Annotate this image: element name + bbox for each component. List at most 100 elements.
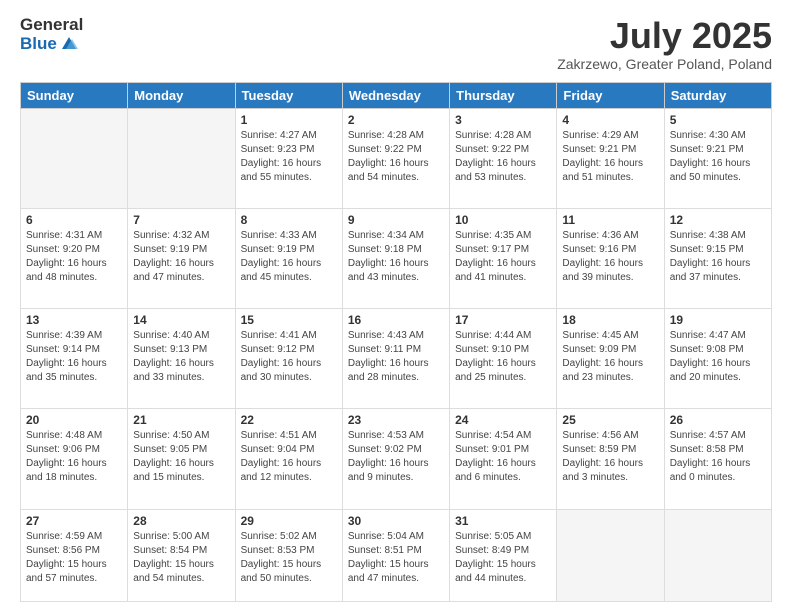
table-row xyxy=(557,509,664,601)
day-number: 26 xyxy=(670,413,766,427)
day-number: 25 xyxy=(562,413,658,427)
day-number: 30 xyxy=(348,514,444,528)
day-info: Sunrise: 4:28 AM Sunset: 9:22 PM Dayligh… xyxy=(455,129,551,185)
day-info: Sunrise: 4:35 AM Sunset: 9:17 PM Dayligh… xyxy=(455,229,551,285)
table-row: 12Sunrise: 4:38 AM Sunset: 9:15 PM Dayli… xyxy=(664,208,771,308)
table-row: 31 Sunrise: 5:05 AM Sunset: 8:49 PM Dayli… xyxy=(450,509,557,601)
day-info: Sunrise: 4:51 AM Sunset: 9:04 PM Dayligh… xyxy=(241,429,337,485)
day-number: 28 xyxy=(133,514,229,528)
col-wednesday: Wednesday xyxy=(342,82,449,108)
logo-blue: Blue xyxy=(20,35,57,54)
logo: General Blue xyxy=(20,16,83,53)
col-sunday: Sunday xyxy=(21,82,128,108)
table-row xyxy=(128,108,235,208)
day-info: Sunrise: 4:45 AM Sunset: 9:09 PM Dayligh… xyxy=(562,329,658,385)
day-number: 11 xyxy=(562,213,658,227)
table-row: 24Sunrise: 4:54 AM Sunset: 9:01 PM Dayli… xyxy=(450,409,557,509)
day-info: Sunrise: 4:32 AM Sunset: 9:19 PM Dayligh… xyxy=(133,229,229,285)
col-tuesday: Tuesday xyxy=(235,82,342,108)
day-number: 27 xyxy=(26,514,122,528)
day-number: 20 xyxy=(26,413,122,427)
day-info: Sunrise: 4:48 AM Sunset: 9:06 PM Dayligh… xyxy=(26,429,122,485)
table-row: 15Sunrise: 4:41 AM Sunset: 9:12 PM Dayli… xyxy=(235,309,342,409)
day-info: Sunrise: 4:38 AM Sunset: 9:15 PM Dayligh… xyxy=(670,229,766,285)
table-row: 16 Sunrise: 4:43 AM Sunset: 9:11 PM Dayli… xyxy=(342,309,449,409)
day-number: 29 xyxy=(241,514,337,528)
table-row xyxy=(664,509,771,601)
table-row: 29 Sunrise: 5:02 AM Sunset: 8:53 PM Dayli… xyxy=(235,509,342,601)
table-row: 5 Sunrise: 4:30 AM Sunset: 9:21 PM Daylig… xyxy=(664,108,771,208)
day-info: Sunrise: 4:50 AM Sunset: 9:05 PM Dayligh… xyxy=(133,429,229,485)
day-number: 9 xyxy=(348,213,444,227)
day-info: Sunrise: 4:56 AM Sunset: 8:59 PM Dayligh… xyxy=(562,429,658,485)
day-info: Sunrise: 4:41 AM Sunset: 9:12 PM Dayligh… xyxy=(241,329,337,385)
day-info: Sunrise: 4:57 AM Sunset: 8:58 PM Dayligh… xyxy=(670,429,766,485)
day-info: Sunrise: 4:34 AM Sunset: 9:18 PM Dayligh… xyxy=(348,229,444,285)
day-info: Sunrise: 4:31 AM Sunset: 9:20 PM Dayligh… xyxy=(26,229,122,285)
table-row: 26 Sunrise: 4:57 AM Sunset: 8:58 PM Dayli… xyxy=(664,409,771,509)
day-info: Sunrise: 4:27 AM Sunset: 9:23 PM Dayligh… xyxy=(241,129,337,185)
calendar-table: Sunday Monday Tuesday Wednesday Thursday… xyxy=(20,82,772,602)
table-row: 20 Sunrise: 4:48 AM Sunset: 9:06 PM Dayli… xyxy=(21,409,128,509)
day-info: Sunrise: 4:53 AM Sunset: 9:02 PM Dayligh… xyxy=(348,429,444,485)
table-row: 13 Sunrise: 4:39 AM Sunset: 9:14 PM Dayli… xyxy=(21,309,128,409)
table-row xyxy=(21,108,128,208)
table-row: 1 Sunrise: 4:27 AM Sunset: 9:23 PM Daylig… xyxy=(235,108,342,208)
table-row: 3 Sunrise: 4:28 AM Sunset: 9:22 PM Daylig… xyxy=(450,108,557,208)
day-number: 10 xyxy=(455,213,551,227)
table-row: 19 Sunrise: 4:47 AM Sunset: 9:08 PM Dayli… xyxy=(664,309,771,409)
day-info: Sunrise: 5:02 AM Sunset: 8:53 PM Dayligh… xyxy=(241,530,337,586)
day-info: Sunrise: 4:47 AM Sunset: 9:08 PM Dayligh… xyxy=(670,329,766,385)
table-row: 18 Sunrise: 4:45 AM Sunset: 9:09 PM Dayli… xyxy=(557,309,664,409)
table-row: 7 Sunrise: 4:32 AM Sunset: 9:19 PM Daylig… xyxy=(128,208,235,308)
header: General Blue July 2025 Zakrzewo, Greater… xyxy=(20,16,772,72)
table-row: 28 Sunrise: 5:00 AM Sunset: 8:54 PM Dayli… xyxy=(128,509,235,601)
day-number: 19 xyxy=(670,313,766,327)
month-title: July 2025 xyxy=(557,16,772,56)
day-number: 3 xyxy=(455,113,551,127)
table-row: 2Sunrise: 4:28 AM Sunset: 9:22 PM Daylig… xyxy=(342,108,449,208)
day-info: Sunrise: 4:43 AM Sunset: 9:11 PM Dayligh… xyxy=(348,329,444,385)
table-row: 10 Sunrise: 4:35 AM Sunset: 9:17 PM Dayli… xyxy=(450,208,557,308)
table-row: 30 Sunrise: 5:04 AM Sunset: 8:51 PM Dayli… xyxy=(342,509,449,601)
day-info: Sunrise: 4:29 AM Sunset: 9:21 PM Dayligh… xyxy=(562,129,658,185)
page: General Blue July 2025 Zakrzewo, Greater… xyxy=(0,0,792,612)
day-info: Sunrise: 4:36 AM Sunset: 9:16 PM Dayligh… xyxy=(562,229,658,285)
day-number: 31 xyxy=(455,514,551,528)
day-info: Sunrise: 4:59 AM Sunset: 8:56 PM Dayligh… xyxy=(26,530,122,586)
table-row: 22Sunrise: 4:51 AM Sunset: 9:04 PM Dayli… xyxy=(235,409,342,509)
day-number: 7 xyxy=(133,213,229,227)
table-row: 8 Sunrise: 4:33 AM Sunset: 9:19 PM Daylig… xyxy=(235,208,342,308)
table-row: 17Sunrise: 4:44 AM Sunset: 9:10 PM Dayli… xyxy=(450,309,557,409)
day-number: 16 xyxy=(348,313,444,327)
day-info: Sunrise: 4:33 AM Sunset: 9:19 PM Dayligh… xyxy=(241,229,337,285)
table-row: 27 Sunrise: 4:59 AM Sunset: 8:56 PM Dayli… xyxy=(21,509,128,601)
day-number: 2 xyxy=(348,113,444,127)
day-number: 18 xyxy=(562,313,658,327)
table-row: 23 Sunrise: 4:53 AM Sunset: 9:02 PM Dayli… xyxy=(342,409,449,509)
table-row: 14Sunrise: 4:40 AM Sunset: 9:13 PM Dayli… xyxy=(128,309,235,409)
day-info: Sunrise: 5:00 AM Sunset: 8:54 PM Dayligh… xyxy=(133,530,229,586)
day-info: Sunrise: 5:05 AM Sunset: 8:49 PM Dayligh… xyxy=(455,530,551,586)
col-thursday: Thursday xyxy=(450,82,557,108)
logo-text: General Blue xyxy=(20,16,83,53)
day-info: Sunrise: 5:04 AM Sunset: 8:51 PM Dayligh… xyxy=(348,530,444,586)
day-info: Sunrise: 4:54 AM Sunset: 9:01 PM Dayligh… xyxy=(455,429,551,485)
table-row: 4Sunrise: 4:29 AM Sunset: 9:21 PM Daylig… xyxy=(557,108,664,208)
table-row: 25 Sunrise: 4:56 AM Sunset: 8:59 PM Dayli… xyxy=(557,409,664,509)
day-number: 5 xyxy=(670,113,766,127)
logo-icon xyxy=(60,35,78,53)
col-monday: Monday xyxy=(128,82,235,108)
subtitle: Zakrzewo, Greater Poland, Poland xyxy=(557,56,772,72)
table-row: 11 Sunrise: 4:36 AM Sunset: 9:16 PM Dayli… xyxy=(557,208,664,308)
day-number: 8 xyxy=(241,213,337,227)
calendar-header-row: Sunday Monday Tuesday Wednesday Thursday… xyxy=(21,82,772,108)
day-number: 6 xyxy=(26,213,122,227)
logo-general: General xyxy=(20,16,83,35)
day-number: 13 xyxy=(26,313,122,327)
day-info: Sunrise: 4:39 AM Sunset: 9:14 PM Dayligh… xyxy=(26,329,122,385)
day-number: 1 xyxy=(241,113,337,127)
day-number: 23 xyxy=(348,413,444,427)
day-info: Sunrise: 4:30 AM Sunset: 9:21 PM Dayligh… xyxy=(670,129,766,185)
day-number: 21 xyxy=(133,413,229,427)
